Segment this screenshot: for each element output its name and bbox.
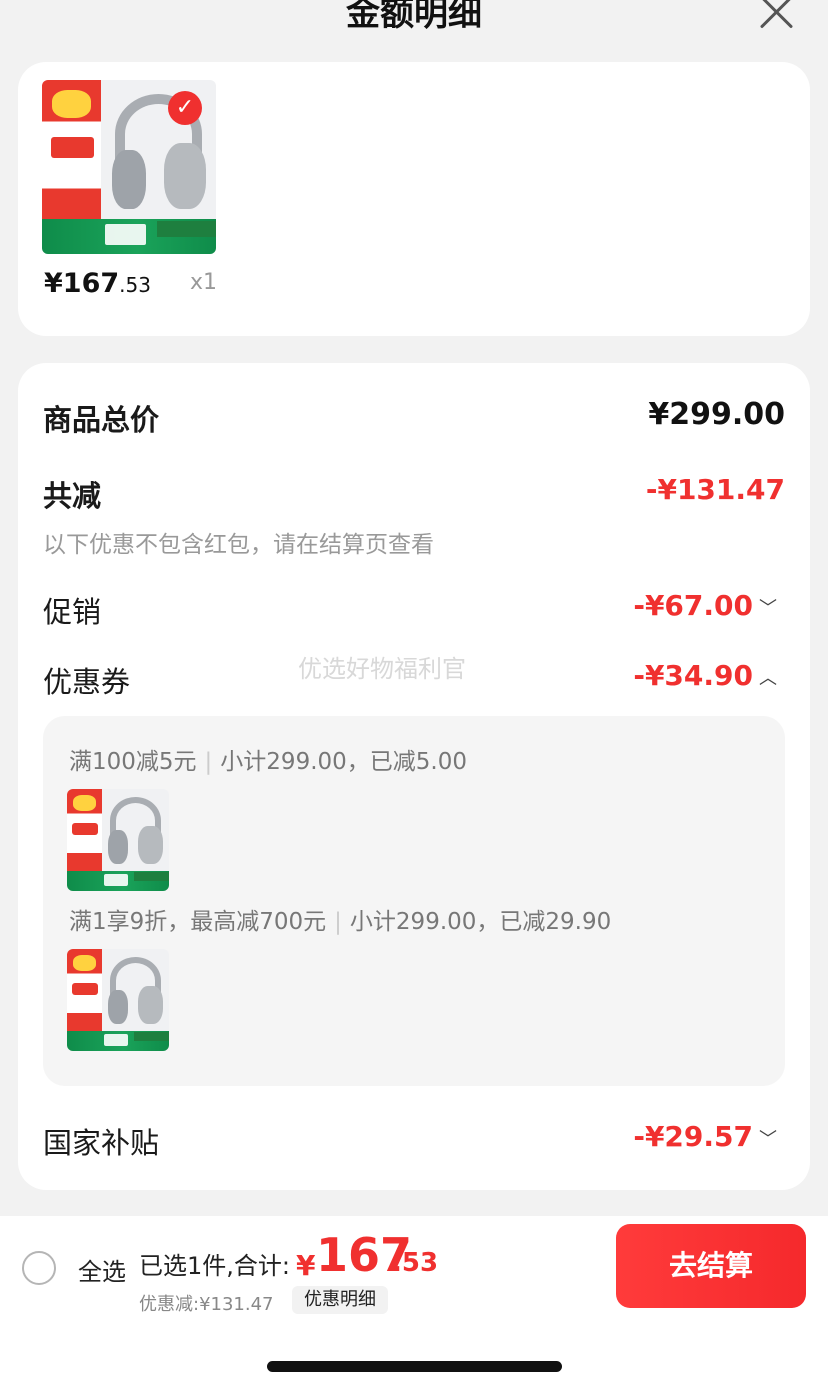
discount-summary: 优惠减:¥131.47 bbox=[139, 1294, 274, 1315]
chevron-down-icon[interactable]: ﹀ bbox=[759, 1125, 777, 1151]
coupon-detail-box: 满100减5元 | 小计299.00，已减5.00 满1享9折，最高减700元 | 小计… bbox=[43, 716, 785, 1086]
reduce-note: 以下优惠不包含红包，请在结算页查看 bbox=[43, 532, 434, 558]
coupon-label: 优惠券 bbox=[43, 665, 131, 699]
product-price-dec: .53 bbox=[119, 273, 151, 297]
total-reduce-label: 共减 bbox=[43, 479, 102, 513]
coupon-value: -¥34.90 bbox=[633, 659, 753, 692]
total-currency: ¥ bbox=[296, 1249, 316, 1282]
selection-summary: 已选1件,合计: bbox=[139, 1252, 290, 1280]
coupon-value-wrap: -¥34.90 ︿ bbox=[633, 659, 777, 692]
subsidy-label: 国家补贴 bbox=[43, 1126, 160, 1160]
total-price-value: ¥299.00 bbox=[648, 397, 785, 432]
coupon-product-image bbox=[67, 789, 169, 891]
coupon-rule: 满100减5元 bbox=[69, 749, 197, 775]
discount-detail-button[interactable]: 优惠明细 bbox=[292, 1286, 388, 1314]
coupon-subtotal: 小计299.00，已减5.00 bbox=[220, 749, 467, 775]
close-icon[interactable] bbox=[758, 0, 794, 30]
total-amount-dec: .53 bbox=[392, 1248, 439, 1278]
checkout-button[interactable]: 去结算 bbox=[616, 1224, 806, 1308]
subsidy-value-wrap: -¥29.57 ﹀ bbox=[633, 1120, 777, 1153]
promo-label: 促销 bbox=[43, 595, 102, 629]
select-all-label[interactable]: 全选 bbox=[78, 1252, 126, 1287]
chevron-down-icon[interactable]: ﹀ bbox=[759, 594, 777, 620]
coupon-subtotal: 小计299.00，已减29.90 bbox=[349, 909, 612, 935]
page-title: 金额明细 bbox=[346, 0, 482, 34]
home-indicator[interactable] bbox=[267, 1361, 562, 1372]
coupon-line-1: 满100减5元 | 小计299.00，已减5.00 bbox=[69, 749, 467, 775]
total-reduce-value: -¥131.47 bbox=[645, 473, 785, 506]
price-detail-card: 商品总价 ¥299.00 共减 -¥131.47 以下优惠不包含红包，请在结算页… bbox=[18, 363, 810, 1190]
product-price: ¥167.53 bbox=[44, 268, 151, 299]
product-quantity: x1 bbox=[190, 270, 218, 295]
promo-value-wrap: -¥67.00 ﹀ bbox=[633, 589, 777, 622]
coupon-line-2: 满1享9折，最高减700元 | 小计299.00，已减29.90 bbox=[69, 909, 612, 935]
home-area bbox=[0, 1316, 828, 1390]
chevron-up-icon[interactable]: ︿ bbox=[759, 664, 777, 690]
product-card: ✓ ¥167.53 x1 bbox=[18, 62, 810, 336]
check-badge-icon[interactable]: ✓ bbox=[168, 91, 202, 125]
checkout-bar: 全选 已选1件,合计: ¥ 167 .53 优惠减:¥131.47 优惠明细 去… bbox=[0, 1216, 828, 1316]
total-price-label: 商品总价 bbox=[43, 403, 160, 437]
product-price-int: ¥167 bbox=[44, 268, 120, 299]
watermark: 优选好物福利官 bbox=[298, 655, 466, 683]
select-all-radio[interactable] bbox=[22, 1251, 56, 1285]
subsidy-value: -¥29.57 bbox=[633, 1120, 753, 1153]
coupon-rule: 满1享9折，最高减700元 bbox=[69, 909, 327, 935]
coupon-product-image bbox=[67, 949, 169, 1051]
modal-header: 金额明细 bbox=[0, 0, 828, 60]
promo-value: -¥67.00 bbox=[633, 589, 753, 622]
